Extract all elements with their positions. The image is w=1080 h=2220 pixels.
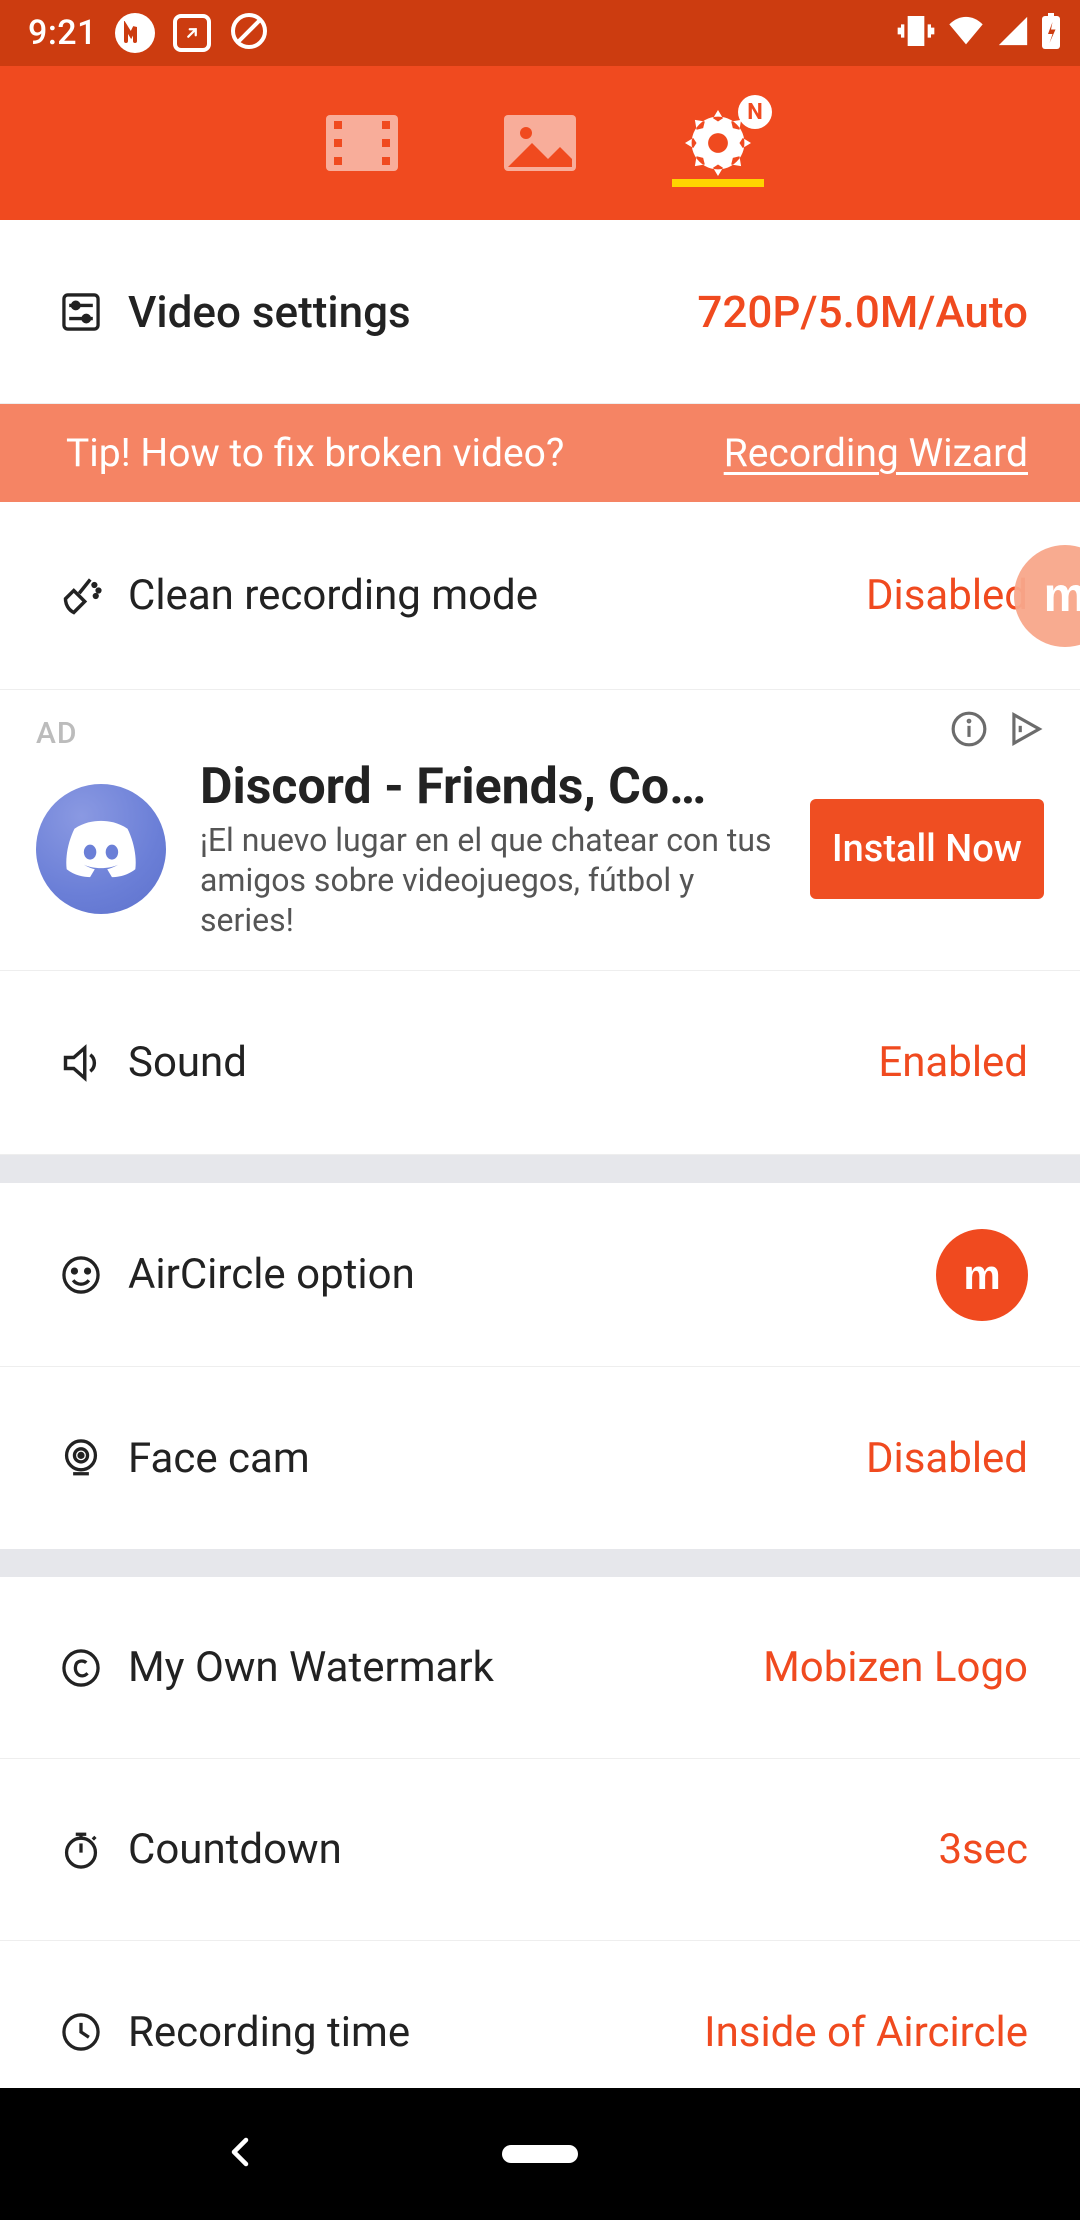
rectime-label: Recording time [110,2008,704,2057]
settings-badge: N [738,95,772,129]
webcam-icon [60,1437,110,1479]
video-settings-label: Video settings [110,286,697,338]
facecam-value: Disabled [866,1434,1028,1483]
row-face-cam[interactable]: Face cam Disabled [0,1367,1080,1549]
clock-icon [60,2011,110,2053]
nav-home-pill[interactable] [502,2145,578,2163]
row-recording-time[interactable]: Recording time Inside of Aircircle [0,1941,1080,2088]
video-settings-value: 720P/5.0M/Auto [697,286,1028,338]
tab-videos[interactable] [318,99,406,187]
ad-title: Discord - Friends, Co… [200,758,776,816]
sound-label: Sound [110,1038,878,1087]
ad-info-icon[interactable] [950,710,988,756]
aircircle-label: AirCircle option [110,1250,936,1299]
tab-settings[interactable]: N [674,99,762,187]
status-time: 9:21 [28,13,97,53]
nav-back-icon[interactable] [222,2134,258,2174]
android-nav-bar [0,2088,1080,2220]
row-aircircle-option[interactable]: AirCircle option m [0,1183,1080,1367]
tip-link[interactable]: Recording Wizard [724,430,1028,476]
stopwatch-icon [60,1829,110,1871]
row-video-settings[interactable]: Video settings 720P/5.0M/Auto [0,220,1080,404]
ad-choices-icon[interactable] [1006,710,1044,756]
aircircle-logo-icon: m [936,1229,1028,1321]
status-right [896,11,1062,55]
row-countdown[interactable]: Countdown 3sec [0,1759,1080,1941]
sound-value: Enabled [878,1038,1028,1087]
settings-list[interactable]: Video settings 720P/5.0M/Auto Tip! How t… [0,220,1080,2088]
broom-icon [60,574,110,618]
app-tab-bar: N [0,66,1080,220]
speaker-icon [60,1041,110,1085]
smile-icon [60,1254,110,1296]
active-tab-indicator [672,179,764,187]
section-divider [0,1549,1080,1577]
watermark-value: Mobizen Logo [763,1643,1028,1692]
watermark-label: My Own Watermark [110,1643,763,1692]
battery-charging-icon [1040,13,1062,53]
status-left: 9:21 [28,11,269,55]
clean-recording-value: Disabled [866,571,1028,620]
app-status-icon-1 [173,14,211,52]
tip-banner[interactable]: Tip! How to fix broken video? Recording … [0,404,1080,502]
screen: 9:21 [0,0,1080,2220]
mobizen-status-icon [115,13,155,53]
wifi-icon [946,11,986,55]
row-sound[interactable]: Sound Enabled [0,971,1080,1155]
countdown-value: 3sec [938,1825,1028,1874]
discord-icon [36,784,166,914]
row-watermark[interactable]: My Own Watermark Mobizen Logo [0,1577,1080,1759]
vibrate-icon [896,11,936,55]
ad-subtitle: ¡El nuevo lugar en el que chatear con tu… [200,820,776,940]
clean-recording-label: Clean recording mode [110,571,866,620]
countdown-label: Countdown [110,1825,938,1874]
copyright-icon [60,1647,110,1689]
floating-mobizen-bubble[interactable]: m [1014,545,1080,647]
tab-images[interactable] [496,99,584,187]
tip-text: Tip! How to fix broken video? [66,430,564,476]
ad-card: AD Discord - Friends, Co… ¡El nuevo luga [0,690,1080,971]
no-sign-status-icon [229,11,269,55]
rectime-value: Inside of Aircircle [704,2008,1028,2057]
cell-signal-icon [996,14,1030,52]
ad-install-button[interactable]: Install Now [810,799,1044,899]
facecam-label: Face cam [110,1434,866,1483]
status-bar: 9:21 [0,0,1080,66]
ad-tag: AD [36,716,77,751]
section-divider [0,1155,1080,1183]
sliders-icon [60,291,110,333]
row-clean-recording[interactable]: Clean recording mode Disabled m [0,502,1080,690]
